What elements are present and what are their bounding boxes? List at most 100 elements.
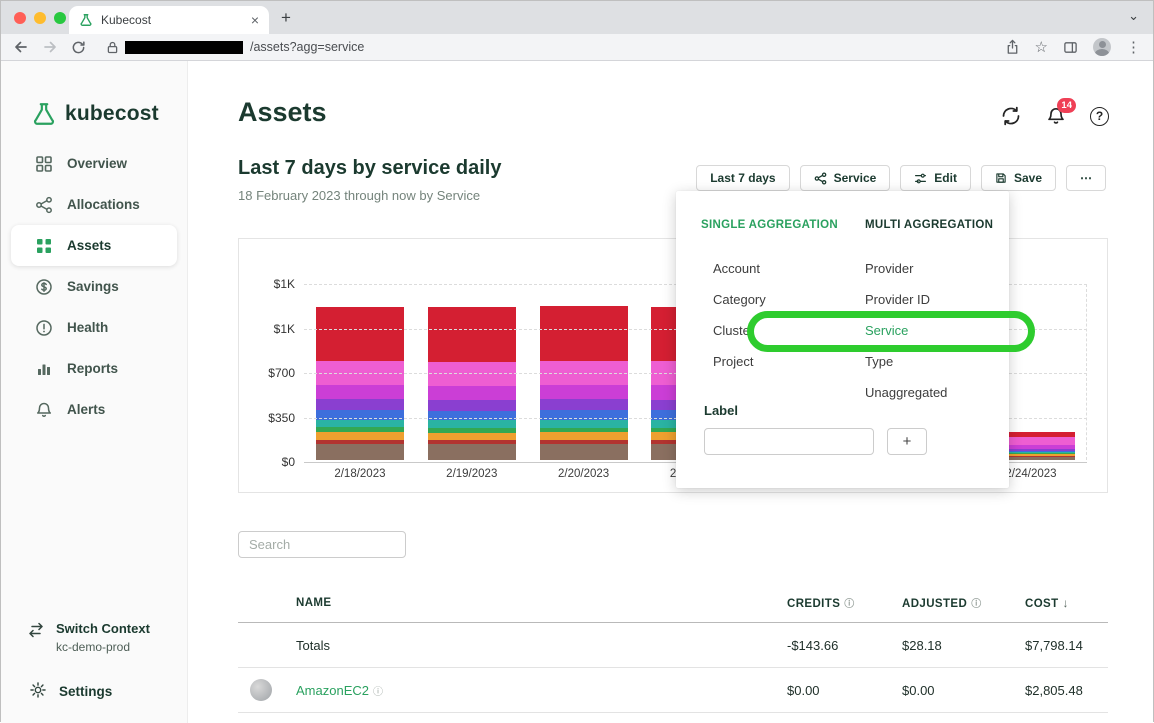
sidebar-item-label: Overview	[67, 156, 128, 171]
aggregate-label: Service	[833, 171, 877, 185]
totals-credits: -$143.66	[787, 637, 839, 653]
browser-menu-kebab-icon[interactable]: ⋮	[1126, 40, 1141, 55]
ellipsis-icon: ⋯	[1080, 171, 1092, 185]
option-provider-id[interactable]: Provider ID	[865, 284, 1017, 315]
kubecost-logo[interactable]: kubecost	[31, 101, 159, 127]
aggregation-options: Account Category Cluster Project Provide…	[713, 253, 1017, 408]
bell-icon	[35, 401, 53, 419]
sidebar-item-reports[interactable]: Reports	[1, 348, 187, 389]
sidebar-item-label: Savings	[67, 279, 119, 294]
settings-button[interactable]: Settings	[29, 681, 112, 702]
option-unaggregated[interactable]: Unaggregated	[865, 377, 1017, 408]
cost-header-label: COST	[1025, 597, 1059, 610]
refresh-sync-icon[interactable]	[1000, 105, 1022, 127]
tabs-menu-chevron-icon[interactable]: ⌄	[1128, 8, 1139, 24]
report-subtitle: 18 February 2023 through now by Service	[238, 188, 481, 203]
minimize-window-button[interactable]	[34, 12, 46, 24]
chart-segment-segment-magenta	[539, 384, 628, 400]
reload-icon[interactable]	[71, 40, 86, 55]
bookmark-star-icon[interactable]: ☆	[1035, 40, 1048, 55]
page-title: Assets	[238, 97, 327, 127]
table-row[interactable]: AmazonEC2 ⓘ $0.00 $0.00 $2,805.48	[238, 668, 1108, 713]
chart-y-tick-label: $700	[268, 366, 295, 380]
option-type[interactable]: Type	[865, 346, 1017, 377]
report-title: Last 7 days by service daily	[238, 157, 502, 179]
adjusted-header-label: ADJUSTED	[902, 598, 968, 610]
notifications-bell[interactable]: 14	[1046, 98, 1076, 126]
sidebar-item-assets[interactable]: Assets	[11, 225, 177, 266]
chart-segment-segment-orange	[315, 432, 404, 440]
share-icon[interactable]	[1005, 39, 1020, 55]
help-icon[interactable]: ?	[1090, 106, 1109, 126]
option-provider[interactable]: Provider	[865, 253, 1017, 284]
table-row-totals: Totals -$143.66 $28.18 $7,798.14	[238, 623, 1108, 668]
chart-segment-segment-teal	[427, 420, 516, 429]
label-heading: Label	[704, 403, 738, 418]
sidebar-item-health[interactable]: Health	[1, 307, 187, 348]
back-icon[interactable]	[13, 39, 29, 55]
aggregate-icon	[814, 172, 827, 185]
kubecost-logo-icon	[34, 103, 54, 125]
forward-icon[interactable]	[42, 39, 58, 55]
info-icon: ⓘ	[971, 599, 982, 610]
column-header-cost[interactable]: COST ↓	[1025, 596, 1108, 610]
label-input[interactable]	[704, 428, 874, 455]
chart-segment-segment-brown	[539, 443, 628, 460]
column-header-adjusted[interactable]: ADJUSTED ⓘ	[902, 595, 1025, 610]
sidebar-item-allocations[interactable]: Allocations	[1, 184, 187, 225]
tab-single-aggregation[interactable]: SINGLE AGGREGATION	[701, 219, 838, 231]
option-cluster[interactable]: Cluster	[713, 315, 865, 346]
sidebar-item-savings[interactable]: Savings	[1, 266, 187, 307]
chart-x-label: 2/19/2023	[446, 468, 498, 480]
sidebar-item-overview[interactable]: Overview	[1, 143, 187, 184]
bar-chart-icon	[35, 360, 53, 378]
swap-arrows-icon	[27, 621, 45, 654]
search-input[interactable]	[238, 531, 406, 558]
option-service[interactable]: Service	[865, 315, 1017, 346]
assets-grid-icon	[35, 237, 53, 255]
option-category[interactable]: Category	[713, 284, 865, 315]
provider-logo-icon	[250, 679, 272, 701]
report-header: Last 7 days by service daily 18 February…	[238, 157, 502, 203]
close-window-button[interactable]	[14, 12, 26, 24]
health-alert-icon	[35, 319, 53, 337]
new-tab-button[interactable]: +	[281, 8, 291, 28]
switch-context-button[interactable]: Switch Context kc-demo-prod	[27, 621, 150, 654]
kubecost-favicon	[79, 13, 93, 27]
totals-name: Totals	[296, 637, 330, 653]
tab-title: Kubecost	[101, 13, 152, 27]
tab-multi-aggregation[interactable]: MULTI AGGREGATION	[865, 219, 993, 231]
chart-segment-segment-brown	[315, 443, 404, 460]
notification-badge: 14	[1057, 98, 1076, 113]
browser-tab[interactable]: Kubecost ×	[69, 6, 269, 34]
add-label-button[interactable]: +	[887, 428, 927, 455]
side-panel-icon[interactable]	[1063, 40, 1078, 55]
more-options-button[interactable]: ⋯	[1066, 165, 1106, 191]
column-header-credits[interactable]: CREDITS ⓘ	[787, 595, 902, 610]
date-range-button[interactable]: Last 7 days	[696, 165, 790, 191]
sidebar-nav: Overview Allocations Assets Savings Heal…	[1, 143, 187, 430]
column-header-name[interactable]: NAME	[238, 597, 787, 609]
chart-segment-segment-teal	[539, 419, 628, 428]
option-project[interactable]: Project	[713, 346, 865, 377]
chart-bar[interactable]: 2/18/2023	[315, 306, 404, 480]
service-link[interactable]: AmazonEC2	[296, 683, 369, 698]
maximize-window-button[interactable]	[54, 12, 66, 24]
sidebar-item-alerts[interactable]: Alerts	[1, 389, 187, 430]
url-path: /assets?agg=service	[250, 40, 365, 54]
info-icon: ⓘ	[372, 686, 383, 698]
profile-avatar[interactable]	[1093, 38, 1111, 56]
main-content: Assets 14 ? Last 7 days by service daily…	[188, 61, 1153, 723]
address-bar[interactable]: /assets?agg=service	[107, 40, 992, 54]
tab-close-icon[interactable]: ×	[251, 13, 259, 27]
date-range-label: Last 7 days	[710, 171, 776, 185]
chart-y-tick-label: $1K	[273, 321, 295, 336]
credits-header-label: CREDITS	[787, 598, 841, 610]
option-account[interactable]: Account	[713, 253, 865, 284]
chart-bar[interactable]: 2/19/2023	[427, 307, 516, 480]
sidebar-item-label: Allocations	[67, 197, 140, 212]
aggregate-by-button[interactable]: Service	[799, 165, 891, 191]
save-button[interactable]: Save	[980, 165, 1056, 191]
browser-titlebar: Kubecost × + ⌄	[1, 1, 1153, 34]
edit-button[interactable]: Edit	[900, 165, 971, 191]
